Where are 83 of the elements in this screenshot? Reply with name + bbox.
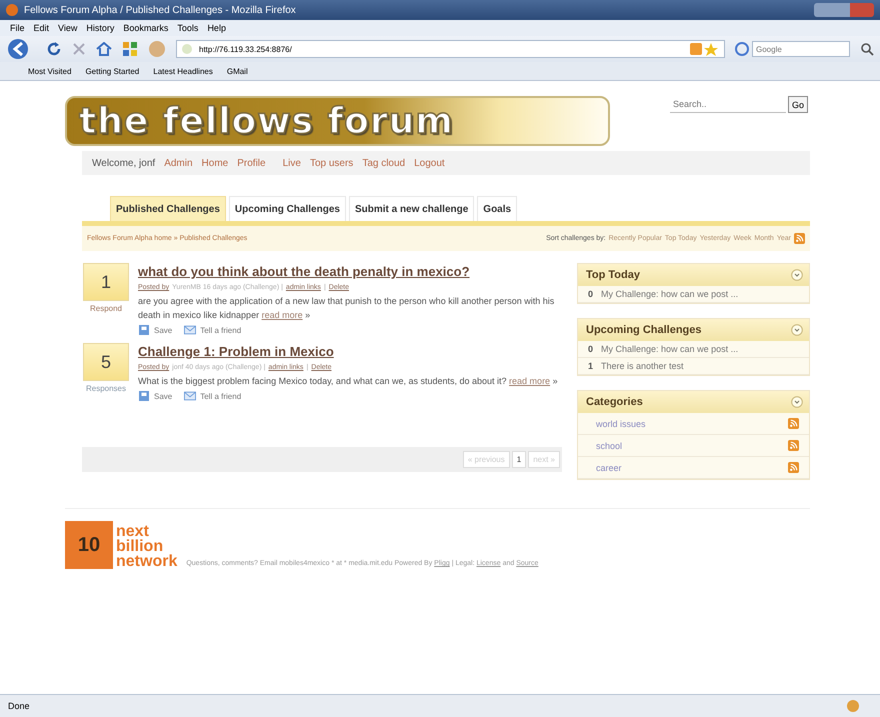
home-icon[interactable] [96,42,112,56]
star-icon[interactable] [690,42,720,56]
post-title[interactable]: what do you think about the death penalty in mexico? [138,264,470,279]
bookmark-link[interactable]: GMail [226,66,248,76]
menu-item[interactable]: View [58,23,78,33]
reload-icon[interactable] [46,41,62,57]
collapse-icon[interactable] [791,324,803,336]
vote-count: 5 [83,343,129,381]
bookmark-link[interactable]: Most Visited [28,66,72,76]
page-icon [181,43,193,55]
tab[interactable]: Goals [477,196,518,221]
address-field[interactable]: http://76.119.33.254:8876/ [176,40,725,58]
rss-icon[interactable] [794,233,805,244]
logo-word: next [116,524,149,539]
challenge-link[interactable]: My Challenge: how can we post ... [601,344,738,354]
category-link[interactable]: world issues [596,418,646,428]
read-more-link[interactable]: read more [262,310,303,320]
respond-link[interactable]: Responses [86,384,126,393]
panel-title: Upcoming Challenges [586,324,702,336]
rss-icon[interactable] [788,418,799,429]
nav-link[interactable]: Logout [414,158,445,168]
post-text: What is the biggest problem facing Mexico today, and what can we, as students, do about it? read more » [138,375,559,388]
go-button[interactable]: Go [788,96,808,113]
search-icon[interactable] [860,42,874,56]
tab[interactable]: Submit a new challenge [348,196,474,221]
post-title[interactable]: Challenge 1: Problem in Mexico [138,344,334,359]
rss-icon[interactable] [788,440,799,451]
tab[interactable]: Upcoming Challenges [228,196,346,221]
vote-count: 0 [588,289,594,299]
save-link[interactable]: Save [154,326,172,334]
challenge-link[interactable]: My Challenge: how can we post ... [601,289,738,299]
collapse-icon[interactable] [791,269,803,281]
save-link[interactable]: Save [154,392,172,400]
window-controls[interactable] [814,3,874,17]
menu-item[interactable]: History [86,23,114,33]
addon-icon[interactable] [846,699,860,713]
logo-word: network [116,554,178,569]
panel-title: Categories [586,396,643,408]
respond-link[interactable]: Respond [90,304,122,313]
save-icon[interactable] [138,391,150,401]
site-title: the fellows forum [79,100,454,142]
nav-link[interactable]: Tag cloud [362,158,406,168]
nav-link[interactable]: Home [202,158,228,168]
bookmark-link[interactable]: Latest Headlines [153,66,213,76]
menu-item[interactable]: Tools [177,23,198,33]
vote-count: 1 [588,361,594,371]
avatar-icon[interactable] [148,40,166,58]
collapse-icon[interactable] [791,396,803,408]
search-engine-icon[interactable] [735,42,749,56]
stop-icon[interactable] [72,42,86,56]
vote-count: 1 [83,263,129,301]
nav-link[interactable]: Profile [237,158,266,168]
post-text: are you agree with the application of a new law that punish to the person who kill another person with his death in mexico like kidnapper read more » [138,295,556,322]
read-more-link[interactable]: read more [509,376,550,386]
tell-friend-link[interactable]: Tell a friend [200,326,242,334]
envelope-icon[interactable] [184,391,196,401]
menu-item[interactable]: Edit [34,23,50,33]
menu-item[interactable]: Help [207,23,226,33]
bookmark-link[interactable]: Getting Started [85,66,140,76]
page-button[interactable]: 1 [512,451,526,468]
welcome-text: Welcome, jonf [92,158,156,168]
nav-link[interactable]: Admin [164,158,193,168]
tab[interactable]: Published Challenges [110,196,226,221]
web-search-field[interactable]: Google [752,41,850,57]
menu-item[interactable]: Bookmarks [123,23,168,33]
logo-word: billion [116,539,164,554]
menu-item[interactable]: File [10,23,25,33]
logo-mark: 10 [65,521,113,569]
status-text: Done [8,701,30,711]
save-icon[interactable] [138,325,150,335]
rss-icon[interactable] [788,462,799,473]
challenge-link[interactable]: There is another test [601,361,684,371]
grid-icon[interactable] [122,41,138,57]
category-link[interactable]: career [596,462,622,472]
vote-count: 0 [588,344,594,354]
category-link[interactable]: school [596,440,622,450]
panel-title: Top Today [586,269,640,281]
tell-friend-link[interactable]: Tell a friend [200,392,242,400]
nav-link[interactable]: Live [282,158,301,168]
browser-icon [6,4,18,16]
envelope-icon[interactable] [184,325,196,335]
window-title: Fellows Forum Alpha / Published Challenges - Mozilla Firefox [24,4,297,16]
nav-link[interactable]: Top users [310,158,354,168]
